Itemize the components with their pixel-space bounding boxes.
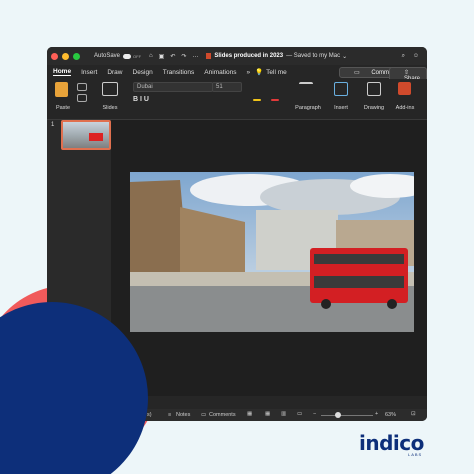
font-size-select[interactable]: 51: [212, 82, 242, 92]
status-comments-icon[interactable]: ▭: [201, 412, 206, 418]
ribbon-home: Paste Slides Dubai 51 B I U Paragraph In…: [47, 79, 427, 120]
slide-sorter-icon[interactable]: ▦: [265, 411, 270, 417]
copy-icon[interactable]: [77, 94, 87, 102]
title-chevron-icon[interactable]: ⌄: [342, 53, 347, 60]
slide-number: 1: [51, 122, 55, 128]
minimize-window-button[interactable]: [62, 52, 69, 60]
reading-view-icon[interactable]: ▥: [281, 411, 286, 417]
insert-label: Insert: [334, 105, 348, 111]
format-buttons[interactable]: B I U: [133, 96, 193, 103]
comments-toggle[interactable]: Comments: [209, 412, 236, 418]
paragraph-label: Paragraph: [295, 105, 321, 111]
tabs-overflow-icon[interactable]: »: [246, 69, 250, 76]
autosave-toggle[interactable]: [123, 53, 132, 59]
drawing-icon[interactable]: [367, 82, 381, 96]
maximize-window-button[interactable]: [73, 52, 80, 60]
more-icon[interactable]: …: [192, 53, 198, 59]
tab-home[interactable]: Home: [53, 68, 72, 76]
indico-logo-sub: LABS: [408, 452, 423, 457]
tab-insert[interactable]: Insert: [81, 69, 97, 76]
notes-icon[interactable]: ≡: [168, 412, 171, 418]
notes-toggle[interactable]: Notes: [176, 412, 190, 418]
cut-icon[interactable]: [77, 83, 87, 91]
paragraph-icon[interactable]: [299, 82, 313, 96]
london-street-image: [130, 172, 414, 332]
fit-slide-icon[interactable]: ⊡: [411, 411, 416, 417]
close-window-button[interactable]: [51, 52, 58, 60]
slide-photo[interactable]: [130, 172, 414, 332]
autosave-state: OFF: [133, 53, 142, 59]
undo-icon[interactable]: ↶: [170, 53, 175, 60]
search-icon[interactable]: ⌕: [402, 53, 405, 60]
zoom-slider[interactable]: [321, 412, 373, 418]
highlight-icon[interactable]: [253, 99, 261, 101]
powerpoint-window: AutoSave OFF ⌂ ▣ ↶ ↷ … Slides produced i…: [47, 47, 427, 421]
slide-canvas: [111, 120, 427, 396]
slide-thumbnail-pane: 1: [47, 120, 111, 409]
slideshow-icon[interactable]: ▭: [297, 411, 302, 417]
insert-icon[interactable]: [334, 82, 348, 96]
add-ins-icon[interactable]: [398, 82, 411, 95]
comment-icon: ▭: [354, 70, 360, 76]
tell-me-input[interactable]: Tell me: [266, 69, 287, 76]
document-title: Slides produced in 2023: [214, 53, 284, 59]
zoom-level[interactable]: 63%: [385, 412, 396, 418]
zoom-slider-thumb[interactable]: [335, 412, 341, 418]
font-color-icon[interactable]: [271, 99, 279, 101]
status-bar: s) ≡ Notes ▭ Comments ▦ ▦ ▥ ▭ − + 63% ⊡: [47, 409, 427, 421]
add-ins-label: Add-ins: [395, 105, 415, 111]
notes-pane[interactable]: notes: [111, 396, 427, 409]
zoom-in-icon[interactable]: +: [375, 411, 378, 417]
redo-icon[interactable]: ↷: [181, 53, 186, 60]
drawing-label: Drawing: [363, 105, 385, 111]
paste-label: Paste: [55, 105, 71, 111]
normal-view-icon[interactable]: ▦: [247, 411, 252, 417]
status-left-text: s): [147, 412, 152, 418]
new-slide-icon[interactable]: [102, 82, 118, 96]
tab-design[interactable]: Design: [133, 69, 153, 76]
account-icon[interactable]: ☺: [413, 53, 419, 59]
pptx-file-icon: [206, 53, 212, 59]
tab-draw[interactable]: Draw: [107, 69, 122, 76]
title-bar: AutoSave OFF ⌂ ▣ ↶ ↷ … Slides produced i…: [47, 47, 427, 65]
saved-status: — Saved to my Mac: [286, 53, 341, 59]
ribbon-tabs: Home Insert Draw Design Transitions Anim…: [47, 65, 427, 84]
tab-transitions[interactable]: Transitions: [163, 69, 195, 76]
save-icon[interactable]: ▣: [159, 53, 165, 60]
paste-icon[interactable]: [55, 82, 68, 97]
notes-placeholder: notes: [121, 399, 136, 405]
slides-label: Slides: [102, 105, 118, 111]
autosave-label: AutoSave: [94, 53, 121, 59]
slide-thumbnail[interactable]: [61, 120, 111, 150]
font-name-select[interactable]: Dubai: [133, 82, 213, 92]
lightbulb-icon: 💡: [255, 69, 264, 76]
zoom-out-icon[interactable]: −: [313, 411, 316, 417]
home-icon[interactable]: ⌂: [149, 53, 153, 59]
tab-animations[interactable]: Animations: [204, 69, 236, 76]
